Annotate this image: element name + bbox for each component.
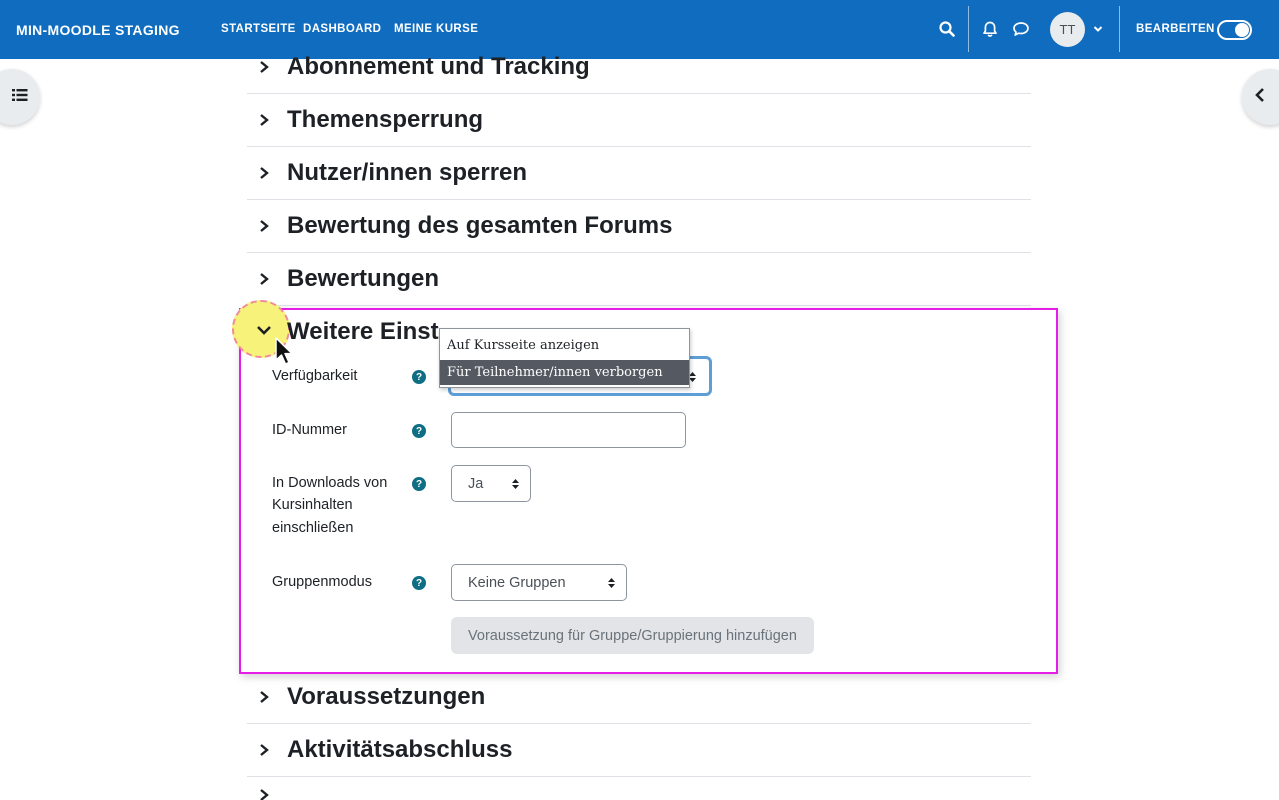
- search-icon[interactable]: [936, 18, 958, 40]
- downloads-label-line3: einschließen: [272, 520, 354, 536]
- idnumber-label: ID-Nummer: [272, 422, 347, 438]
- block-drawer-button[interactable]: [1242, 69, 1279, 125]
- mouse-cursor-icon: [275, 337, 293, 365]
- groupmode-select-value: Keine Gruppen: [468, 574, 566, 591]
- section-block-users[interactable]: Nutzer/innen sperren: [247, 147, 1031, 200]
- nav-link-my-courses[interactable]: MEINE KURSE: [394, 23, 478, 35]
- chevron-right-icon: [260, 744, 269, 756]
- downloads-select-value: Ja: [468, 475, 484, 492]
- help-icon[interactable]: ?: [412, 424, 426, 438]
- section-title: Bewertungen: [287, 265, 440, 292]
- section-discussion-lock[interactable]: Themensperrung: [247, 94, 1031, 147]
- groupmode-label: Gruppenmodus: [272, 574, 372, 590]
- edit-mode-toggle[interactable]: [1217, 20, 1252, 40]
- avatar[interactable]: TT: [1050, 12, 1085, 47]
- dropdown-option-hidden-from-students[interactable]: Für Teilnehmer/innen verborgen: [440, 360, 689, 385]
- chat-icon[interactable]: [1010, 18, 1032, 40]
- downloads-label-line2: Kursinhalten: [272, 497, 353, 513]
- help-icon[interactable]: ?: [412, 370, 426, 384]
- toggle-knob: [1235, 23, 1249, 37]
- edit-mode-label: BEARBEITEN: [1136, 23, 1215, 35]
- chevron-right-icon: [260, 167, 269, 179]
- add-group-restriction-button[interactable]: Voraussetzung für Gruppe/Gruppierung hin…: [451, 617, 814, 654]
- downloads-label-line1: In Downloads von: [272, 475, 388, 491]
- section-whole-forum-grading[interactable]: Bewertung des gesamten Forums: [247, 200, 1031, 253]
- course-index-drawer-button[interactable]: [0, 69, 40, 125]
- section-title: Abonnement und Tracking: [287, 53, 590, 80]
- chevron-right-icon: [260, 61, 269, 73]
- section-restrictions[interactable]: Voraussetzungen: [247, 671, 1031, 724]
- chevron-down-icon[interactable]: [255, 323, 273, 337]
- select-arrows-icon: [512, 478, 519, 489]
- chevron-right-icon[interactable]: [257, 788, 271, 800]
- section-title: Themensperrung: [287, 106, 484, 133]
- chevron-down-icon[interactable]: [1087, 18, 1109, 40]
- chevron-right-icon: [260, 114, 269, 126]
- nav-link-home[interactable]: STARTSEITE: [221, 23, 296, 35]
- idnumber-input[interactable]: [451, 412, 686, 448]
- bell-icon[interactable]: [979, 18, 1001, 40]
- section-title: Nutzer/innen sperren: [287, 159, 528, 186]
- chevron-right-icon: [260, 273, 269, 285]
- chevron-right-icon: [260, 220, 269, 232]
- section-title: Bewertung des gesamten Forums: [287, 212, 673, 239]
- list-icon: [12, 88, 28, 107]
- chevron-right-icon: [260, 691, 269, 703]
- section-title: Aktivitätsabschluss: [287, 736, 513, 763]
- section-activity-completion[interactable]: Aktivitätsabschluss: [247, 724, 1031, 777]
- availability-label: Verfügbarkeit: [272, 368, 358, 384]
- section-title: Voraussetzungen: [287, 683, 486, 710]
- select-arrows-icon: [608, 577, 615, 588]
- nav-link-dashboard[interactable]: DASHBOARD: [303, 23, 381, 35]
- downloads-select[interactable]: Ja: [451, 465, 531, 502]
- help-icon[interactable]: ?: [412, 477, 426, 491]
- help-icon[interactable]: ?: [412, 576, 426, 590]
- availability-dropdown-list: Auf Kursseite anzeigen Für Teilnehmer/in…: [439, 328, 690, 388]
- section-title-more-settings[interactable]: Weitere Einst: [287, 318, 439, 346]
- groupmode-select[interactable]: Keine Gruppen: [451, 564, 627, 601]
- section-subscription-tracking[interactable]: Abonnement und Tracking: [247, 41, 1031, 94]
- dropdown-option-show-on-course-page[interactable]: Auf Kursseite anzeigen: [440, 333, 689, 358]
- section-ratings[interactable]: Bewertungen: [247, 253, 1031, 306]
- chevron-left-icon: [1254, 87, 1266, 108]
- navbar-divider: [1119, 6, 1120, 52]
- site-brand[interactable]: MIN-MOODLE STAGING: [16, 22, 180, 38]
